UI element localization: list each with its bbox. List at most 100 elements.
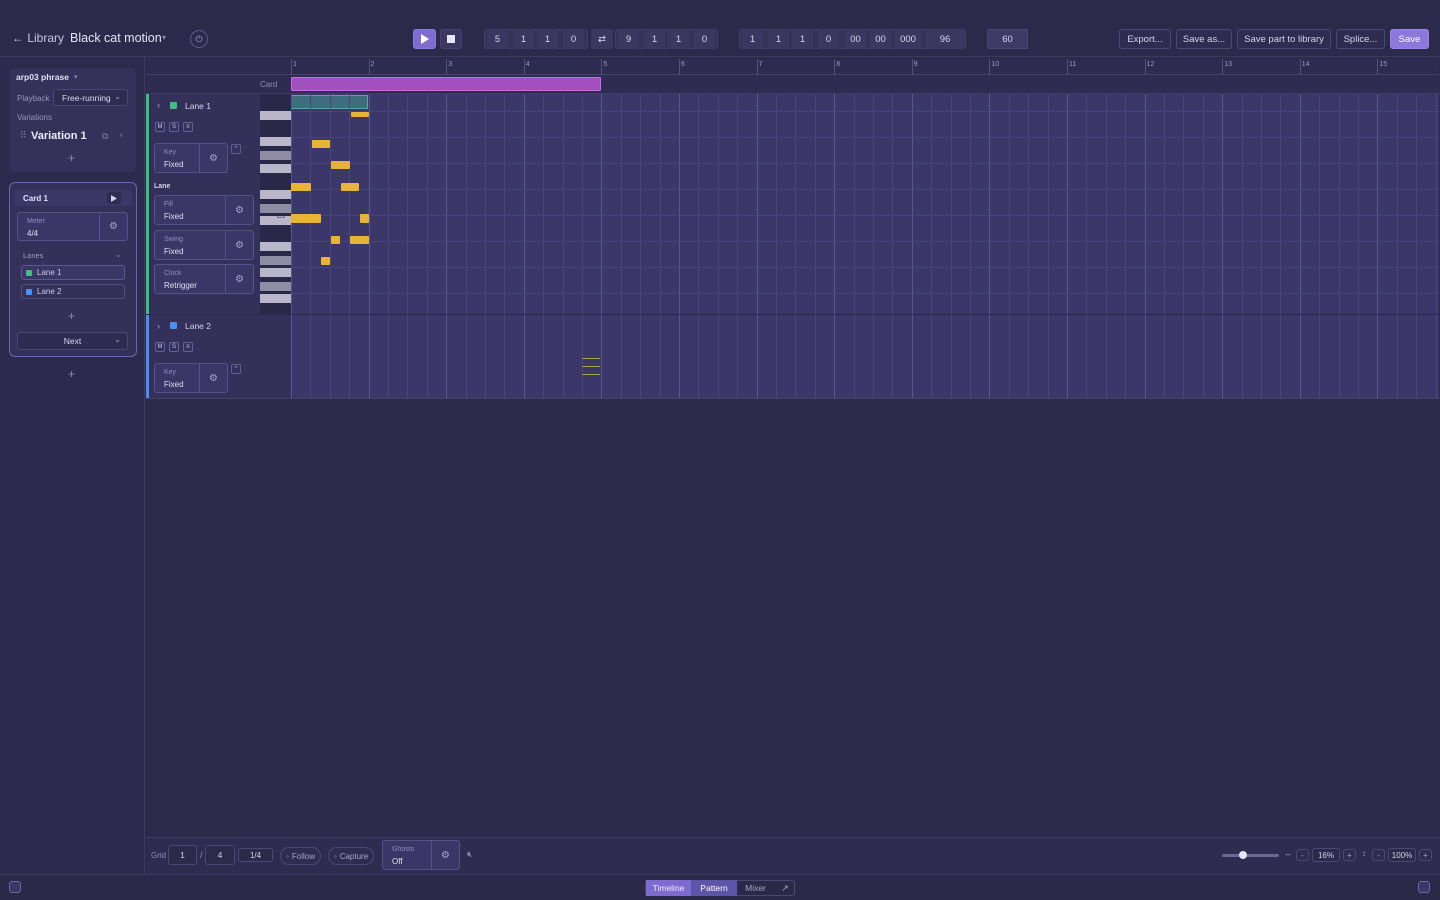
capture-toggle[interactable]: ◦ Capture [328,847,374,865]
swing-param[interactable]: Swing Fixed ⚙ [154,230,254,260]
follow-toggle[interactable]: ◦ Follow [280,847,321,865]
power-icon[interactable]: ⏻ [190,30,208,48]
position-sixteenth[interactable]: 1 [537,29,558,49]
chevron-right-icon[interactable]: › [157,321,160,331]
gear-icon[interactable]: ⚙ [225,196,253,224]
chevron-right-icon[interactable]: › [157,100,160,110]
lane-list-item[interactable]: Lane 2 [21,284,125,299]
external-link-icon[interactable]: ↗ [776,880,794,896]
play-card-button[interactable] [107,192,121,204]
lane-1-grid[interactable] [291,94,1439,314]
timeline-ruler[interactable] [291,59,1439,75]
time-field[interactable]: 1 [768,29,789,49]
fill-param[interactable]: Fill Fixed ⚙ [154,195,254,225]
time-field[interactable]: 00 [870,29,891,49]
time-field[interactable]: 0 [818,29,839,49]
position-tick[interactable]: 0 [563,29,584,49]
note-block[interactable] [291,183,311,191]
gear-icon[interactable]: ⚙ [199,144,227,172]
piano-keyboard[interactable] [260,94,291,314]
vertical-zoom-value[interactable]: 100% [1388,848,1416,862]
position-beat[interactable]: 1 [513,29,534,49]
chevron-down-icon[interactable]: ⌄ [115,250,122,259]
note-block[interactable] [360,214,369,223]
add-lane-button[interactable]: + [68,309,75,323]
ghosts-param[interactable]: Ghosts Off ⚙ [382,840,460,870]
play-button[interactable] [413,29,436,49]
gear-icon[interactable]: ⚙ [225,231,253,259]
loop-end-tick[interactable]: 0 [694,29,715,49]
save-as-button[interactable]: Save as... [1176,29,1232,49]
zoom-out-v-button[interactable]: - [1372,849,1385,861]
gear-icon[interactable]: ⚙ [99,213,127,240]
zoom-in-v-button[interactable]: + [1419,849,1432,861]
close-icon[interactable]: × [119,131,124,140]
chevron-up-icon[interactable]: ⌃ [231,364,241,374]
next-select[interactable]: Next ⌄ [17,332,128,350]
phrase-name[interactable]: arp03 phrase [16,72,69,82]
tempo-field[interactable]: 60 [987,29,1028,49]
chevron-up-icon[interactable]: ⌃ [231,144,241,154]
playback-select[interactable]: Free-running ⌄ [53,89,128,106]
lane-2-grid[interactable] [291,315,1439,398]
zoom-out-h-button[interactable]: - [1296,849,1309,861]
note-block[interactable] [321,257,330,265]
mute-audition-icon[interactable]: 🔇︎ [467,849,473,860]
card-block[interactable] [291,77,601,91]
note-block[interactable] [341,183,359,191]
solo-button[interactable]: S [169,122,179,132]
zoom-slider-track[interactable] [1222,854,1279,857]
zoom-in-h-button[interactable]: + [1343,849,1356,861]
ppq-field[interactable]: 96 [926,29,964,49]
library-back-link[interactable]: ← Library [12,31,64,45]
note-block[interactable] [312,140,330,148]
lane-title[interactable]: Lane 2 [185,321,211,331]
key-param[interactable]: Key Fixed ⚙ [154,363,228,393]
loop-end-beat[interactable]: 1 [644,29,665,49]
mute-button[interactable]: M [155,342,165,352]
time-field[interactable]: 00 [845,29,866,49]
horizontal-zoom-value[interactable]: 16% [1312,848,1340,862]
tab-timeline[interactable]: Timeline [646,880,691,896]
save-part-button[interactable]: Save part to library [1237,29,1331,49]
save-button[interactable]: Save [1390,29,1429,49]
note-block[interactable] [331,161,350,169]
note-block[interactable] [291,214,321,223]
grid-numerator[interactable]: 1 [168,845,197,865]
loop-end-bar[interactable]: 9 [618,29,639,49]
export-button[interactable]: Export... [1119,29,1171,49]
meter-param[interactable]: Meter 4/4 ⚙ [17,212,128,241]
chevron-down-icon[interactable]: ▾ [74,73,78,81]
stop-button[interactable] [440,29,462,49]
gear-icon[interactable]: ⚙ [199,364,227,392]
add-variation-button[interactable]: + [68,151,75,165]
mute-button[interactable]: M [155,122,165,132]
zoom-slider-handle[interactable] [1239,851,1247,859]
grid-division-select[interactable]: 1/4 [238,848,273,862]
duplicate-icon[interactable]: ⧉ [102,131,108,142]
time-field[interactable]: 000 [895,29,921,49]
drag-handle-icon[interactable]: ⠿ [20,130,27,141]
toggle-left-panel-icon[interactable] [9,881,21,893]
toggle-right-panel-icon[interactable] [1418,881,1430,893]
tab-mixer[interactable]: Mixer [737,880,774,896]
chevron-down-icon[interactable]: ▾ [162,33,166,42]
solo-button[interactable]: S [169,342,179,352]
lane-menu-icon[interactable]: ≡ [183,122,193,132]
time-field[interactable]: 1 [742,29,763,49]
note-block[interactable] [331,236,340,244]
clock-param[interactable]: Clock Retrigger ⚙ [154,264,254,294]
splice-button[interactable]: Splice... [1336,29,1385,49]
gear-icon[interactable]: ⚙ [225,265,253,293]
note-block[interactable] [350,236,369,244]
position-bar[interactable]: 5 [487,29,508,49]
loop-end-sixteenth[interactable]: 1 [668,29,689,49]
project-title[interactable]: Black cat motion [70,31,162,45]
lane-title[interactable]: Lane 1 [185,101,211,111]
variation-name[interactable]: Variation 1 [31,130,87,142]
lane-menu-icon[interactable]: ≡ [183,342,193,352]
lane-list-item[interactable]: Lane 1 [21,265,125,280]
loop-icon[interactable]: ⇄ [591,29,613,49]
tab-pattern[interactable]: Pattern [691,880,737,896]
gear-icon[interactable]: ⚙ [431,841,459,869]
